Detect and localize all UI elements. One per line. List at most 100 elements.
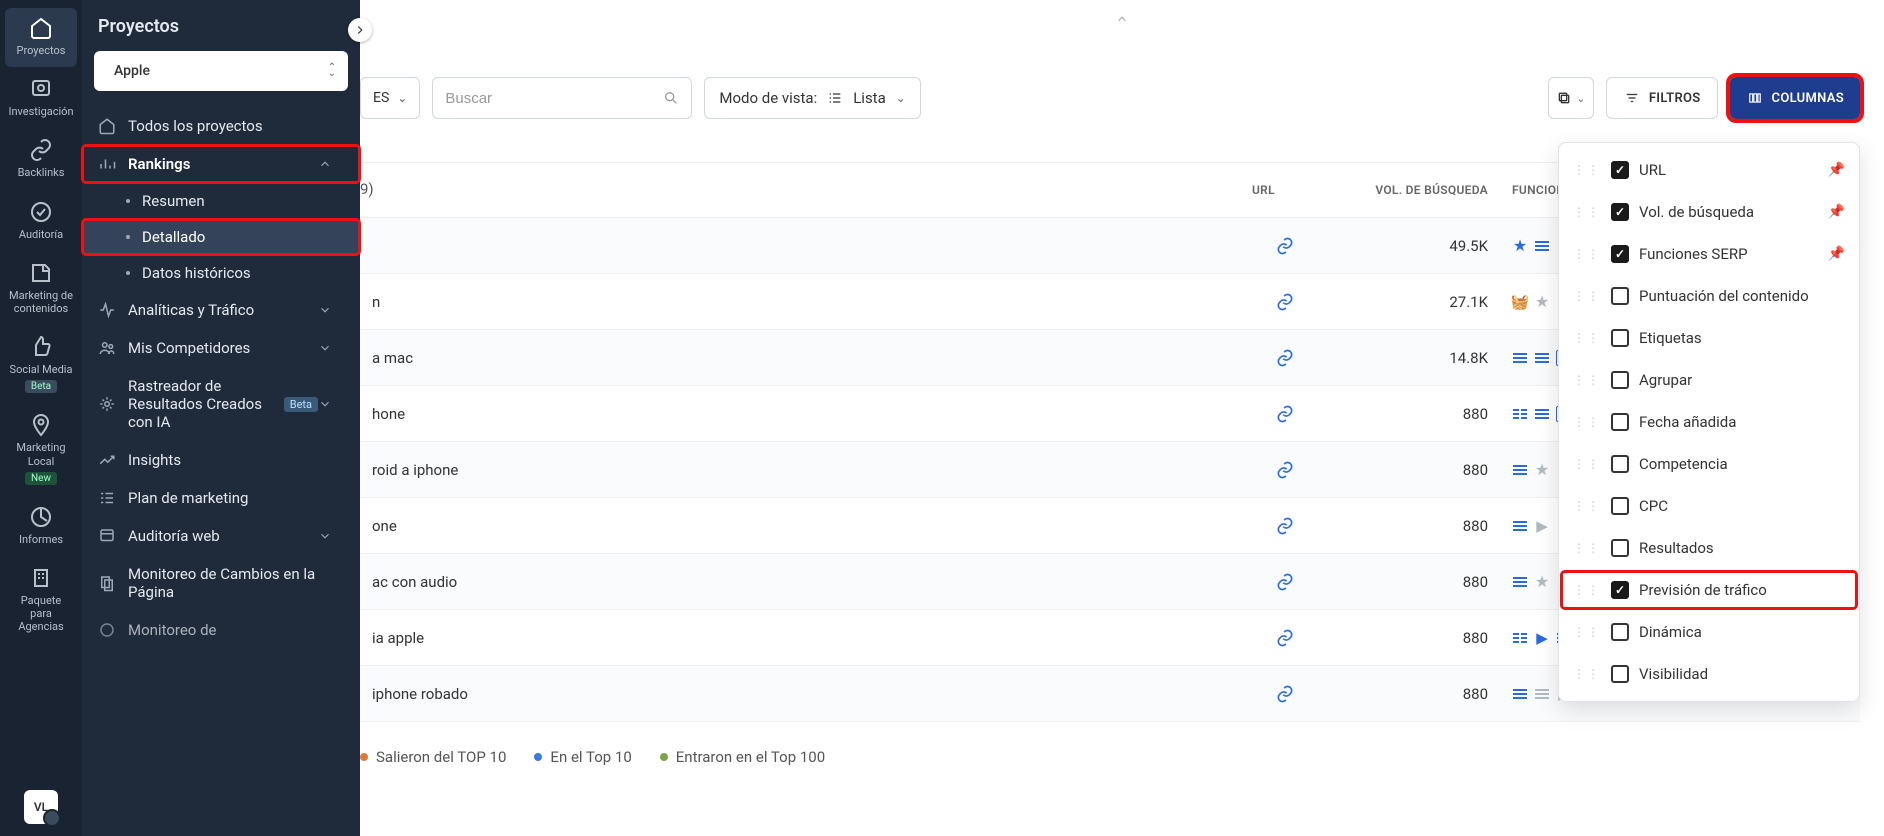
- side-nav: Todos los proyectos Rankings Resumen Det…: [82, 103, 360, 653]
- checkbox[interactable]: [1611, 623, 1629, 641]
- rail-item-investigacion[interactable]: Investigación: [5, 69, 77, 128]
- drag-handle-icon[interactable]: ⋮⋮: [1573, 667, 1601, 681]
- checkbox[interactable]: [1611, 371, 1629, 389]
- th-url[interactable]: URL: [1240, 163, 1330, 217]
- column-option[interactable]: ⋮⋮Agrupar: [1559, 359, 1859, 401]
- cell-volume: 880: [1330, 573, 1500, 591]
- sidebar-item-monitoreo[interactable]: Monitoreo de Cambios en la Página: [82, 555, 360, 611]
- chevron-down-icon: [318, 341, 332, 355]
- column-option[interactable]: ⋮⋮Funciones SERP📌: [1559, 233, 1859, 275]
- column-option[interactable]: ⋮⋮Visibilidad: [1559, 653, 1859, 695]
- checkbox[interactable]: [1611, 665, 1629, 683]
- rail-item-backlinks[interactable]: Backlinks: [5, 130, 77, 189]
- cell-url[interactable]: [1240, 684, 1330, 704]
- cell-url[interactable]: [1240, 628, 1330, 648]
- pin-icon[interactable]: 📌: [1828, 204, 1845, 220]
- drag-handle-icon[interactable]: ⋮⋮: [1573, 583, 1601, 597]
- th-volume[interactable]: VOL. DE BÚSQUEDA: [1330, 163, 1500, 217]
- sidebar-item-plan-marketing[interactable]: Plan de marketing: [82, 479, 360, 517]
- cell-url[interactable]: [1240, 516, 1330, 536]
- sidebar-item-competidores[interactable]: Mis Competidores: [82, 329, 360, 367]
- drag-handle-icon[interactable]: ⋮⋮: [1573, 457, 1601, 471]
- checkbox[interactable]: [1611, 245, 1629, 263]
- rail-item-auditoria[interactable]: Auditoría: [5, 192, 77, 251]
- cell-keyword: ia apple: [360, 629, 1240, 647]
- rail-item-informes[interactable]: Informes: [5, 497, 77, 556]
- checkbox[interactable]: [1611, 413, 1629, 431]
- pin-icon[interactable]: 📌: [1828, 162, 1845, 178]
- search-input[interactable]: [445, 90, 663, 107]
- cell-url[interactable]: [1240, 236, 1330, 256]
- checkbox[interactable]: [1611, 161, 1629, 179]
- monitor-icon: [98, 621, 116, 639]
- cell-keyword: n: [360, 293, 1240, 311]
- cell-url[interactable]: [1240, 460, 1330, 480]
- drag-handle-icon[interactable]: ⋮⋮: [1573, 289, 1601, 303]
- sidebar-item-monitoreo2[interactable]: Monitoreo de: [82, 611, 360, 649]
- language-dropdown[interactable]: ES ⌄: [360, 77, 420, 119]
- drag-handle-icon[interactable]: ⋮⋮: [1573, 373, 1601, 387]
- drag-handle-icon[interactable]: ⋮⋮: [1573, 331, 1601, 345]
- sidebar-item-auditoria-web[interactable]: Auditoría web: [82, 517, 360, 555]
- checkbox[interactable]: [1611, 581, 1629, 599]
- sidebar-item-rankings[interactable]: Rankings: [82, 145, 360, 183]
- checklist-icon: [98, 489, 116, 507]
- checkbox[interactable]: [1611, 287, 1629, 305]
- column-label: URL: [1639, 161, 1818, 179]
- column-option[interactable]: ⋮⋮Resultados: [1559, 527, 1859, 569]
- rail-item-social-media[interactable]: Social Media Beta: [5, 327, 77, 403]
- sidebar-item-rastreador-ia[interactable]: Rastreador de Resultados Creados con IA …: [82, 367, 360, 441]
- checkbox[interactable]: [1611, 329, 1629, 347]
- project-selector[interactable]: Apple ⌃⌄: [94, 51, 348, 91]
- column-option[interactable]: ⋮⋮Competencia: [1559, 443, 1859, 485]
- columns-button[interactable]: COLUMNAS: [1730, 77, 1860, 119]
- column-option[interactable]: ⋮⋮Previsión de tráfico: [1559, 569, 1859, 611]
- drag-handle-icon[interactable]: ⋮⋮: [1573, 247, 1601, 261]
- sidebar-item-analiticas[interactable]: Analíticas y Tráfico: [82, 291, 360, 329]
- checkbox[interactable]: [1611, 497, 1629, 515]
- rail-item-marketing-local[interactable]: Marketing Local New: [5, 405, 77, 494]
- user-avatar[interactable]: VL: [24, 790, 58, 824]
- column-option[interactable]: ⋮⋮Puntuación del contenido: [1559, 275, 1859, 317]
- link-icon: [1275, 236, 1295, 256]
- cell-url[interactable]: [1240, 348, 1330, 368]
- checkbox[interactable]: [1611, 539, 1629, 557]
- column-option[interactable]: ⋮⋮Dinámica: [1559, 611, 1859, 653]
- sidebar-item-insights[interactable]: Insights: [82, 441, 360, 479]
- checkbox[interactable]: [1611, 455, 1629, 473]
- collapse-sidebar-button[interactable]: [348, 18, 372, 42]
- column-option[interactable]: ⋮⋮Vol. de búsqueda📌: [1559, 191, 1859, 233]
- column-option[interactable]: ⋮⋮Fecha añadida: [1559, 401, 1859, 443]
- drag-handle-icon[interactable]: ⋮⋮: [1573, 415, 1601, 429]
- sidebar-subitem-detallado[interactable]: Detallado: [82, 219, 360, 255]
- column-option[interactable]: ⋮⋮Etiquetas: [1559, 317, 1859, 359]
- sidebar-subitem-resumen[interactable]: Resumen: [82, 183, 360, 219]
- rail-item-marketing-contenidos[interactable]: Marketing de contenidos: [5, 253, 77, 325]
- project-name: Apple: [114, 63, 328, 79]
- drag-handle-icon[interactable]: ⋮⋮: [1573, 625, 1601, 639]
- sidebar-item-todos-proyectos[interactable]: Todos los proyectos: [82, 107, 360, 145]
- cell-url[interactable]: [1240, 572, 1330, 592]
- rail-item-paquete-agencias[interactable]: Paquete para Agencias: [5, 558, 77, 644]
- collapse-top-button[interactable]: [1112, 10, 1132, 31]
- drag-handle-icon[interactable]: ⋮⋮: [1573, 205, 1601, 219]
- sidebar-subitem-historicos[interactable]: Datos históricos: [82, 255, 360, 291]
- rail-item-proyectos[interactable]: Proyectos: [5, 8, 77, 67]
- viewmode-selector[interactable]: Modo de vista: Lista ⌄: [704, 77, 920, 119]
- drag-handle-icon[interactable]: ⋮⋮: [1573, 499, 1601, 513]
- drag-handle-icon[interactable]: ⋮⋮: [1573, 541, 1601, 555]
- pin-icon[interactable]: 📌: [1828, 246, 1845, 262]
- rail-label: Informes: [19, 533, 63, 546]
- cell-url[interactable]: [1240, 292, 1330, 312]
- checkbox[interactable]: [1611, 203, 1629, 221]
- cell-url[interactable]: [1240, 404, 1330, 424]
- th-keyword: [360, 163, 1240, 217]
- filters-button[interactable]: FILTROS: [1606, 77, 1718, 119]
- icon-rail: Proyectos Investigación Backlinks Audito…: [0, 0, 82, 836]
- column-option[interactable]: ⋮⋮CPC: [1559, 485, 1859, 527]
- rail-label: Proyectos: [17, 44, 66, 57]
- drag-handle-icon[interactable]: ⋮⋮: [1573, 163, 1601, 177]
- cell-keyword: roid a iphone: [360, 461, 1240, 479]
- copy-button[interactable]: ⌄: [1548, 77, 1594, 119]
- column-option[interactable]: ⋮⋮ URL 📌: [1559, 149, 1859, 191]
